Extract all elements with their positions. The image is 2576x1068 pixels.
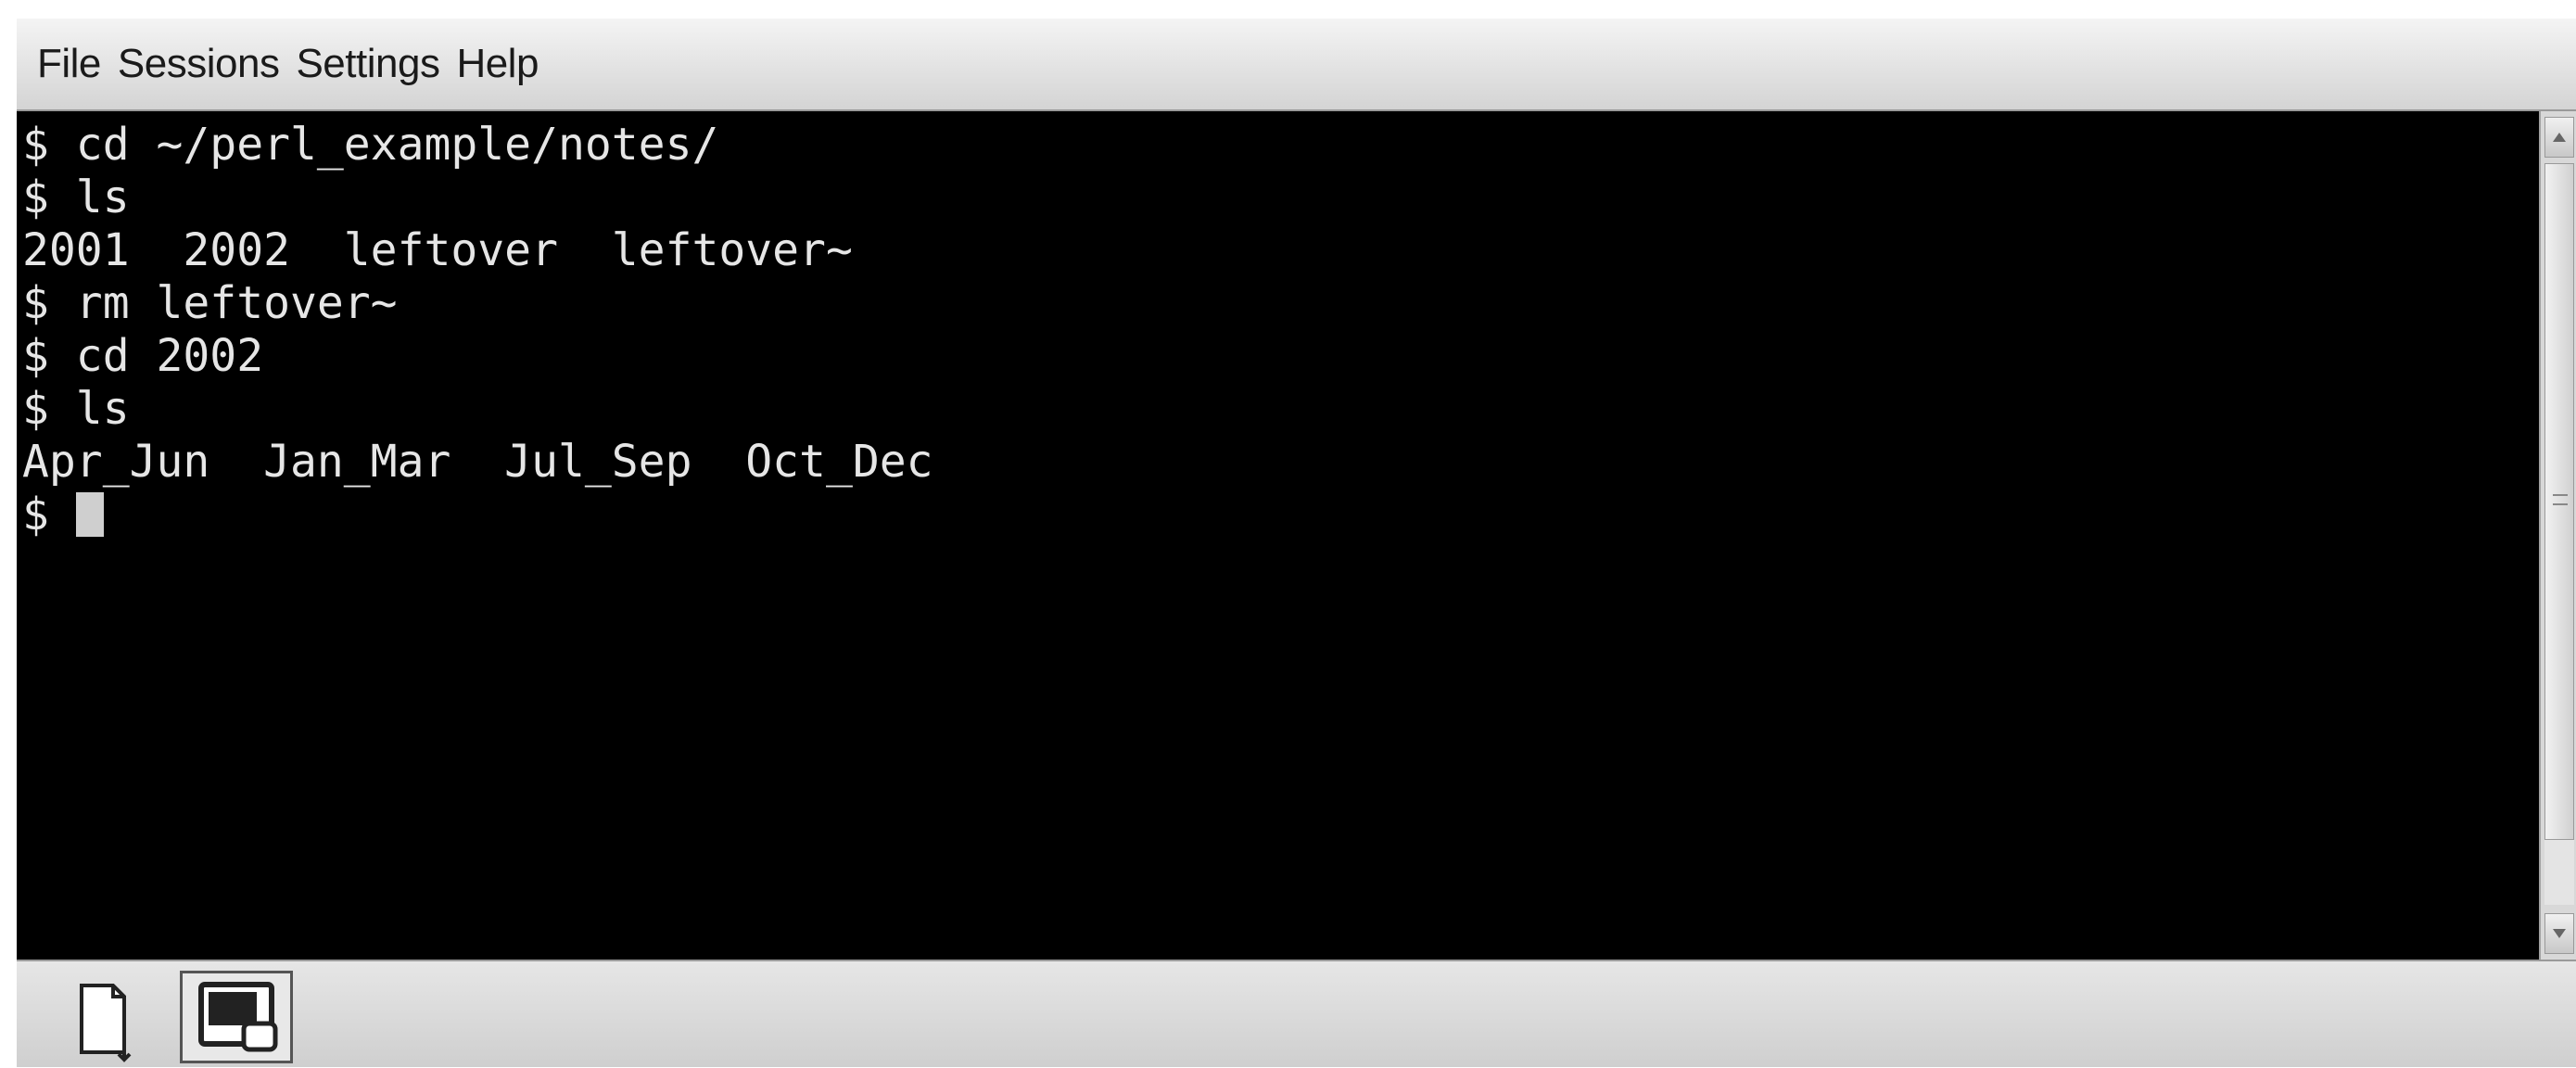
new-session-button[interactable] [69, 978, 143, 1063]
session-tab-button[interactable] [180, 971, 293, 1063]
vertical-scrollbar[interactable] [2539, 111, 2576, 960]
new-document-icon [80, 984, 132, 1062]
menu-file[interactable]: File [37, 41, 101, 87]
menu-settings[interactable]: Settings [296, 41, 439, 87]
terminal-line: $ ls [22, 383, 130, 435]
terminal-line: $ ls [22, 172, 130, 223]
menu-help[interactable]: Help [456, 41, 539, 87]
terminal-session-icon [198, 982, 278, 1052]
grip-icon [2553, 494, 2568, 505]
prompt-line[interactable]: $ [22, 489, 933, 541]
scroll-up-arrow-icon[interactable] [2544, 117, 2574, 158]
scroll-down-arrow-icon[interactable] [2544, 913, 2574, 954]
text-cursor [75, 492, 104, 537]
scroll-track[interactable] [2544, 163, 2574, 905]
terminal-output[interactable]: $ cd ~/perl_example/notes/ $ ls 2001 200… [17, 111, 2539, 960]
menu-sessions[interactable]: Sessions [118, 41, 280, 87]
terminal-line: 2001 2002 leftover leftover~ [22, 224, 853, 276]
menu-bar: File Sessions Settings Help [17, 19, 2576, 111]
prompt: $ [22, 489, 76, 540]
terminal-line: Apr_Jun Jan_Mar Jul_Sep Oct_Dec [22, 436, 933, 488]
terminal-window: File Sessions Settings Help $ cd ~/perl_… [0, 0, 2576, 1067]
terminal-line: $ cd 2002 [22, 330, 264, 382]
terminal-line: $ rm leftover~ [22, 277, 398, 329]
session-tab-bar [17, 960, 2576, 1067]
terminal-lines: $ cd ~/perl_example/notes/ $ ls 2001 200… [22, 119, 933, 541]
terminal-line: $ cd ~/perl_example/notes/ [22, 119, 719, 171]
scroll-thumb[interactable] [2544, 163, 2574, 840]
